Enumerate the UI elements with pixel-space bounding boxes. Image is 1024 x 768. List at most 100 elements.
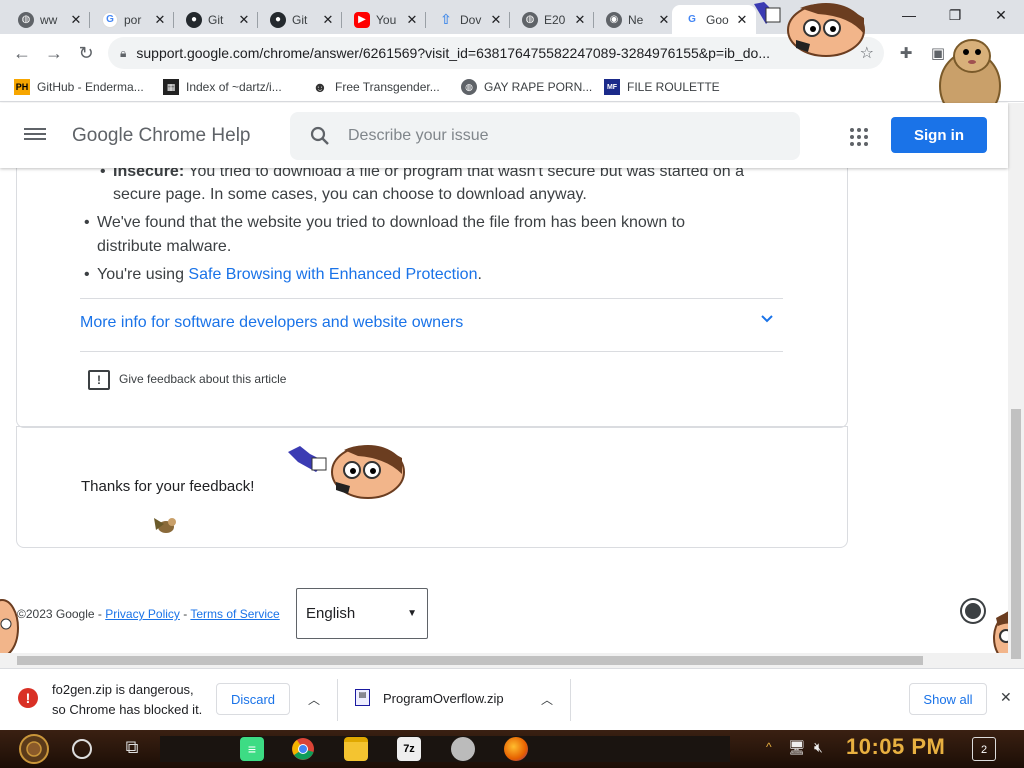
discard-button[interactable]: Discard bbox=[216, 683, 290, 715]
close-icon[interactable]: ✕ bbox=[656, 12, 672, 28]
tab-title: ww bbox=[40, 12, 58, 27]
tab-7[interactable]: ◍ E20 ✕ bbox=[510, 5, 594, 34]
malware-text-cont: distribute malware. bbox=[97, 238, 232, 255]
file-explorer-icon[interactable] bbox=[344, 737, 368, 761]
tab-title: por bbox=[124, 12, 142, 27]
search-input[interactable] bbox=[348, 127, 768, 145]
tab-6[interactable]: ⇧ Dov ✕ bbox=[426, 5, 510, 34]
tab-3[interactable]: ● Git ✕ bbox=[174, 5, 258, 34]
close-icon[interactable]: ✕ bbox=[320, 12, 336, 28]
download-shelf: ! fo2gen.zip is dangerous, so Chrome has… bbox=[0, 668, 1024, 730]
tab-4[interactable]: ● Git ✕ bbox=[258, 5, 342, 34]
divider bbox=[337, 679, 338, 721]
close-icon[interactable]: ✕ bbox=[488, 12, 504, 28]
bird-decoration bbox=[154, 518, 176, 533]
clock[interactable]: 10:05 PM bbox=[846, 734, 945, 760]
privacy-policy-link[interactable]: Privacy Policy bbox=[105, 607, 180, 621]
mask-icon: ☻ bbox=[312, 79, 328, 95]
search-icon bbox=[310, 126, 329, 145]
reload-icon[interactable]: ↻ bbox=[72, 39, 100, 67]
firefox-icon[interactable] bbox=[504, 737, 528, 761]
tab-title: E20 bbox=[544, 12, 566, 27]
bookmark-file-roulette[interactable]: MF FILE ROULETTE bbox=[604, 77, 720, 97]
taskbar: ⧉ ≡ 7z ^ 🖥︎ 🔇︎ 10:05 PM 2 bbox=[0, 730, 1024, 768]
vertical-scrollbar[interactable] bbox=[1008, 103, 1024, 670]
enhanced-protection-link[interactable]: Safe Browsing with Enhanced Protection bbox=[188, 266, 477, 283]
download-file-name[interactable]: ProgramOverflow.zip bbox=[383, 691, 504, 706]
show-all-button[interactable]: Show all bbox=[909, 683, 987, 715]
page-title[interactable]: Google Chrome Help bbox=[72, 125, 250, 147]
footer-separator: - bbox=[179, 607, 191, 621]
scrollbar-thumb[interactable] bbox=[17, 656, 923, 665]
network-icon[interactable]: 🖥︎ bbox=[788, 739, 806, 759]
youtube-icon: ▶ bbox=[354, 11, 370, 28]
feedback-icon[interactable]: ! bbox=[88, 370, 110, 390]
back-icon[interactable]: ← bbox=[8, 39, 36, 67]
bookmark-label: FILE ROULETTE bbox=[627, 80, 720, 94]
forward-icon[interactable]: → bbox=[40, 39, 68, 67]
terms-of-service-link[interactable]: Terms of Service bbox=[190, 607, 279, 621]
horizontal-scrollbar[interactable] bbox=[0, 653, 1008, 668]
search-circle-icon[interactable] bbox=[72, 739, 92, 759]
mf-icon: MF bbox=[604, 79, 620, 95]
close-icon[interactable]: ✕ bbox=[68, 12, 84, 28]
enhanced-prefix: You're using bbox=[97, 266, 189, 283]
menu-icon[interactable] bbox=[24, 125, 46, 145]
list-item: • You're using Safe Browsing with Enhance… bbox=[84, 266, 482, 283]
tab-5[interactable]: ▶ You ✕ bbox=[342, 5, 426, 34]
bookmark-index-of[interactable]: ▦ Index of ~dartz/i... bbox=[163, 77, 282, 97]
notifications-icon[interactable]: 2 bbox=[972, 737, 996, 761]
sign-in-button[interactable]: Sign in bbox=[891, 117, 987, 153]
zip-file-icon: ▤ bbox=[355, 689, 370, 706]
start-icon[interactable] bbox=[12, 733, 56, 765]
more-info-expander[interactable]: More info for software developers and we… bbox=[80, 314, 463, 332]
volume-muted-icon[interactable]: 🔇︎ bbox=[814, 739, 834, 759]
tab-title: Git bbox=[292, 12, 308, 27]
close-shelf-icon[interactable]: ✕ bbox=[1000, 689, 1012, 706]
github-icon: ● bbox=[270, 11, 286, 28]
close-icon[interactable]: ✕ bbox=[572, 12, 588, 28]
copyright-text: ©2023 Google - bbox=[17, 607, 106, 621]
github-icon: ● bbox=[186, 11, 202, 28]
7zip-icon[interactable]: 7z bbox=[397, 737, 421, 761]
chevron-down-icon[interactable] bbox=[760, 312, 774, 331]
dark-mode-toggle-icon[interactable] bbox=[962, 600, 984, 622]
bookmark-free-transgender[interactable]: ☻ Free Transgender... bbox=[312, 77, 440, 97]
chrome-icon[interactable] bbox=[291, 737, 315, 761]
chevron-up-icon[interactable]: ︿ bbox=[541, 691, 553, 708]
apps-grid-icon[interactable] bbox=[850, 128, 868, 146]
google-icon: G bbox=[684, 11, 700, 28]
divider bbox=[80, 351, 783, 352]
scrollbar-thumb[interactable] bbox=[1011, 409, 1021, 659]
sheets-icon[interactable]: ≡ bbox=[240, 737, 264, 761]
globe-icon: ◍ bbox=[18, 11, 34, 28]
extensions-icon[interactable]: ✚ bbox=[892, 39, 920, 67]
url-text: support.google.com/chrome/answer/6261569… bbox=[136, 45, 770, 61]
globe-icon: ◍ bbox=[522, 11, 538, 28]
tab-2[interactable]: G por ✕ bbox=[90, 5, 174, 34]
close-icon[interactable]: ✕ bbox=[236, 12, 252, 28]
chevron-up-icon[interactable]: ︿ bbox=[308, 691, 320, 708]
chevron-up-icon[interactable]: ^ bbox=[766, 740, 778, 758]
warning-line: so Chrome has blocked it. bbox=[52, 702, 203, 717]
tab-active-google-help[interactable]: G Goo ✕ bbox=[672, 5, 756, 34]
app-icon[interactable] bbox=[451, 737, 475, 761]
list-item: • We've found that the website you tried … bbox=[84, 214, 686, 231]
close-icon[interactable]: ✕ bbox=[152, 12, 168, 28]
article-content: • Insecure: You tried to download a file… bbox=[0, 168, 1008, 653]
tab-title: You bbox=[376, 12, 397, 27]
give-feedback-link[interactable]: Give feedback about this article bbox=[119, 372, 286, 386]
tab-8[interactable]: ◉ Ne ✕ bbox=[594, 5, 678, 34]
bookmark-gay-rape[interactable]: ◍ GAY RAPE PORN... bbox=[461, 77, 592, 97]
minimize-button[interactable]: — bbox=[886, 0, 932, 30]
grid-icon: ▦ bbox=[163, 79, 179, 95]
close-icon[interactable]: ✕ bbox=[404, 12, 420, 28]
language-select[interactable]: English ▼ bbox=[296, 588, 428, 639]
tab-1[interactable]: ◍ ww ✕ bbox=[6, 5, 90, 34]
search-box[interactable] bbox=[290, 112, 800, 160]
close-icon[interactable]: ✕ bbox=[734, 12, 750, 28]
bookmark-github[interactable]: PH GitHub - Enderma... bbox=[14, 77, 144, 97]
danger-icon: ! bbox=[18, 688, 38, 708]
divider bbox=[570, 679, 571, 721]
task-view-icon[interactable]: ⧉ bbox=[120, 737, 144, 761]
